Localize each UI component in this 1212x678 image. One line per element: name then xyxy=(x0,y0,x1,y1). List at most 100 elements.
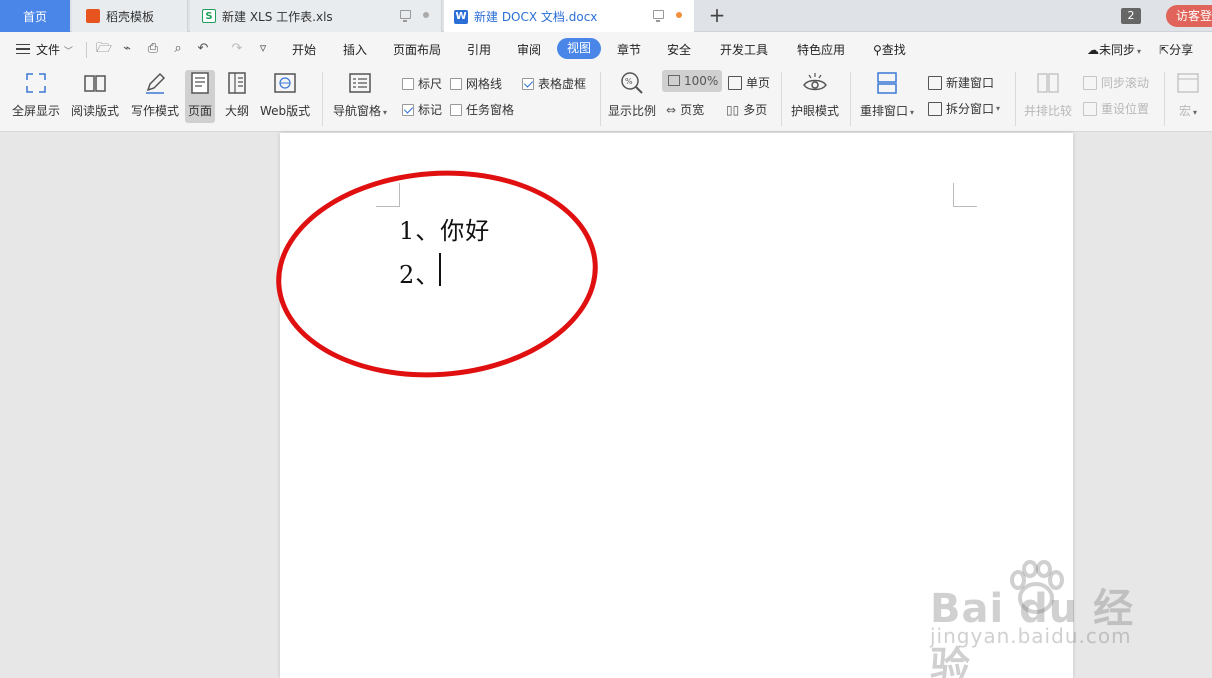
new-window-button[interactable]: 新建窗口 xyxy=(928,74,994,91)
multi-page-label: 多页 xyxy=(743,103,768,117)
task-pane-checkbox[interactable]: 任务窗格 xyxy=(450,101,514,118)
outline-view-label: 大纲 xyxy=(224,104,249,118)
search-button[interactable]: ⚲查找 xyxy=(873,41,906,58)
write-mode-button[interactable]: 写作模式 xyxy=(131,70,179,119)
checkbox-box xyxy=(450,103,462,116)
write-mode-label: 写作模式 xyxy=(131,104,180,118)
menu-developer[interactable]: 开发工具 xyxy=(720,41,768,58)
new-tab-button[interactable]: + xyxy=(706,4,728,26)
menu-review[interactable]: 审阅 xyxy=(517,41,541,58)
open-folder-icon[interactable]: 🗁 xyxy=(96,42,112,56)
caret-icon: ▾ xyxy=(1193,108,1198,117)
menu-chapter[interactable]: 章节 xyxy=(617,41,641,58)
tab-xls-document[interactable]: S 新建 XLS 工作表.xls xyxy=(190,0,442,32)
file-menu[interactable]: 文件 ﹀ xyxy=(36,41,73,58)
baidu-jingyan-watermark: Bai du 经验 jingyan.baidu.com xyxy=(930,560,1160,678)
ruler-label: 标尺 xyxy=(418,77,443,91)
menu-view[interactable]: 视图 xyxy=(557,38,602,59)
menu-start[interactable]: 开始 xyxy=(292,41,316,58)
fullscreen-button[interactable]: 全屏显示 xyxy=(12,70,60,119)
multi-page-button[interactable]: ▯▯ 多页 xyxy=(726,101,767,118)
share-button[interactable]: ⇱分享 xyxy=(1159,41,1193,58)
annotation-ellipse xyxy=(269,160,605,388)
more-dropdown-icon[interactable]: ▿ xyxy=(256,42,270,56)
outline-view-button[interactable]: 大纲 xyxy=(224,70,250,119)
eye-mode-label: 护眼模式 xyxy=(791,104,840,118)
visitor-login-button[interactable]: 访客登 xyxy=(1166,5,1212,27)
sync-scroll-label: 同步滚动 xyxy=(1101,76,1150,90)
open-book-icon xyxy=(82,70,108,96)
menu-references[interactable]: 引用 xyxy=(467,41,491,58)
page-icon xyxy=(187,70,213,96)
monitor-icon[interactable] xyxy=(653,10,664,22)
caret-icon: ▾ xyxy=(1137,47,1142,56)
divider xyxy=(600,72,601,126)
tab-xls-label: 新建 XLS 工作表.xls xyxy=(222,9,333,24)
sync-scroll-icon xyxy=(1083,75,1097,90)
reset-position-icon xyxy=(1083,101,1097,116)
table-dashed-checkbox[interactable]: 表格虚框 xyxy=(522,75,586,92)
search-icon: ⚲ xyxy=(873,43,882,57)
undo-icon[interactable]: ↶ xyxy=(196,42,210,56)
checkbox-checked xyxy=(522,77,534,90)
saved-dot-icon[interactable] xyxy=(423,11,429,18)
single-page-button[interactable]: 单页 xyxy=(728,74,770,91)
page-width-button[interactable]: ⇔ 页宽 xyxy=(666,101,704,118)
macro-icon xyxy=(1175,70,1201,96)
split-window-icon xyxy=(928,101,942,116)
menu-features[interactable]: 特色应用 xyxy=(797,41,845,58)
menu-insert[interactable]: 插入 xyxy=(343,41,367,58)
new-window-icon xyxy=(928,75,942,90)
sync-scroll-button[interactable]: 同步滚动 xyxy=(1083,74,1149,91)
sync-status[interactable]: ☁未同步 ▾ xyxy=(1087,41,1141,58)
marks-checkbox[interactable]: 标记 xyxy=(402,101,442,118)
file-menu-label: 文件 xyxy=(36,43,61,57)
nav-pane-button[interactable]: 导航窗格 ▾ xyxy=(333,70,387,119)
web-page-icon xyxy=(272,70,298,96)
tab-daoke-label: 稻壳模板 xyxy=(106,9,155,24)
ruler-checkbox[interactable]: 标尺 xyxy=(402,75,442,92)
reset-position-label: 重设位置 xyxy=(1101,102,1150,116)
print-icon[interactable]: ⎙ xyxy=(146,42,160,56)
gridlines-label: 网格线 xyxy=(466,77,503,91)
rearrange-label: 重排窗口 xyxy=(860,104,909,118)
checkbox-box xyxy=(402,77,414,90)
outline-icon xyxy=(224,70,250,96)
reset-position-button[interactable]: 重设位置 xyxy=(1083,100,1149,117)
split-window-label: 拆分窗口 xyxy=(946,102,995,116)
read-mode-button[interactable]: 阅读版式 xyxy=(71,70,119,119)
new-window-label: 新建窗口 xyxy=(946,76,995,90)
print-preview-icon[interactable]: ⌕ xyxy=(171,42,185,56)
zoom-100-button[interactable]: 100% xyxy=(662,70,722,92)
redo-icon[interactable]: ↷ xyxy=(230,42,244,56)
divider xyxy=(1015,72,1016,126)
menu-page-layout[interactable]: 页面布局 xyxy=(393,41,441,58)
split-window-button[interactable]: 拆分窗口 ▾ xyxy=(928,100,1000,117)
monitor-icon[interactable] xyxy=(400,10,411,22)
window-count-badge[interactable]: 2 xyxy=(1121,8,1141,24)
single-page-label: 单页 xyxy=(746,76,771,90)
side-by-side-button[interactable]: 并排比较 xyxy=(1024,70,1072,119)
gridlines-checkbox[interactable]: 网格线 xyxy=(450,75,502,92)
tab-home[interactable]: 首页 xyxy=(0,0,70,32)
eye-mode-button[interactable]: 护眼模式 xyxy=(791,70,839,119)
pen-icon xyxy=(142,70,168,96)
hamburger-icon[interactable] xyxy=(16,44,30,54)
watermark-url: jingyan.baidu.com xyxy=(930,624,1132,648)
macro-button[interactable]: 宏 ▾ xyxy=(1175,70,1201,119)
share-icon: ⇱ xyxy=(1159,43,1170,57)
web-view-button[interactable]: Web版式 xyxy=(260,70,310,119)
marks-label: 标记 xyxy=(418,103,443,117)
divider xyxy=(322,72,323,126)
share-label: 分享 xyxy=(1169,43,1194,57)
unsaved-dot-icon[interactable] xyxy=(676,11,682,18)
caret-icon: ▾ xyxy=(910,108,915,117)
tab-home-label: 首页 xyxy=(22,9,47,24)
rearrange-windows-button[interactable]: 重排窗口 ▾ xyxy=(860,70,914,119)
tab-daoke-templates[interactable]: 稻壳模板 xyxy=(72,0,188,32)
format-painter-icon[interactable]: ⌁ xyxy=(120,42,134,56)
menu-security[interactable]: 安全 xyxy=(667,41,691,58)
tab-docx-document[interactable]: W 新建 DOCX 文档.docx xyxy=(444,0,694,33)
page-view-button[interactable]: 页面 xyxy=(185,70,215,123)
zoom-button[interactable]: % 显示比例 xyxy=(608,70,656,119)
